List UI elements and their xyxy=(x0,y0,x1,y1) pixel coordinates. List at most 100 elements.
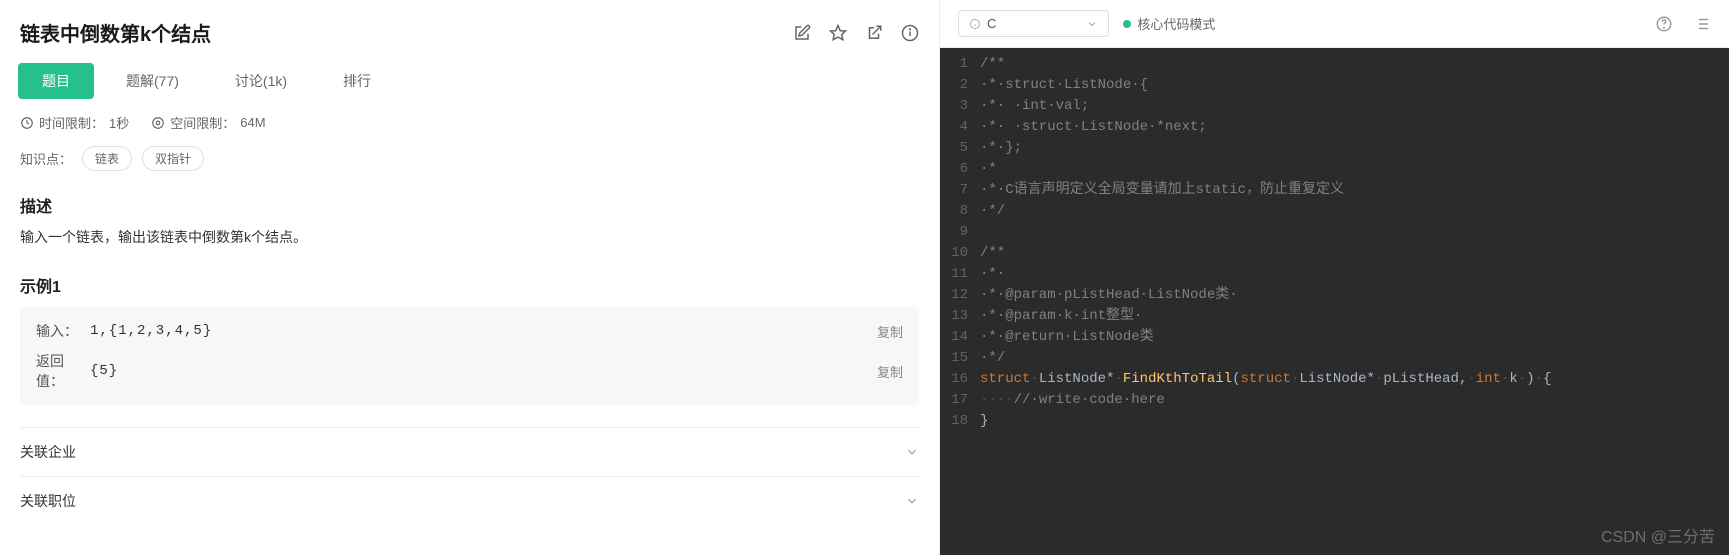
problem-panel: 链表中倒数第k个结点 题目 题解(77) 讨论(1k) 排行 时间限制： 1秒 xyxy=(0,0,940,555)
help-icon[interactable] xyxy=(1655,15,1673,33)
tab-discuss[interactable]: 讨论(1k) xyxy=(211,63,311,99)
tag-linked-list[interactable]: 链表 xyxy=(82,146,132,171)
line-content: ·*· ·int·val; xyxy=(980,96,1729,117)
code-line[interactable]: 12·*·@param·pListHead·ListNode类· xyxy=(940,285,1729,306)
edit-icon[interactable] xyxy=(793,24,811,42)
line-number: 14 xyxy=(940,327,980,348)
example-input-label: 输入： xyxy=(36,321,90,341)
line-content: ·*·}; xyxy=(980,138,1729,159)
code-line[interactable]: 4·*· ·struct·ListNode·*next; xyxy=(940,117,1729,138)
line-number: 3 xyxy=(940,96,980,117)
space-limit-value: 64M xyxy=(240,115,265,130)
copy-input-button[interactable]: 复制 xyxy=(877,322,903,341)
example-input-value: 1,{1,2,3,4,5} xyxy=(90,323,877,339)
code-editor[interactable]: 1/**2·*·struct·ListNode·{3·*· ·int·val;4… xyxy=(940,48,1729,555)
list-icon[interactable] xyxy=(1693,15,1711,33)
description-text: 输入一个链表，输出该链表中倒数第k个结点。 xyxy=(20,227,919,247)
code-line[interactable]: 10/** xyxy=(940,243,1729,264)
editor-toolbar: C 核心代码模式 xyxy=(940,0,1729,48)
language-select[interactable]: C xyxy=(958,10,1109,37)
problem-tabs: 题目 题解(77) 讨论(1k) 排行 xyxy=(0,53,939,99)
info-circle-icon xyxy=(969,18,981,30)
chevron-down-icon xyxy=(905,494,919,508)
line-content: ·*· ·struct·ListNode·*next; xyxy=(980,117,1729,138)
line-number: 4 xyxy=(940,117,980,138)
line-content: ·* xyxy=(980,159,1729,180)
line-number: 18 xyxy=(940,411,980,432)
time-limit-value: 1秒 xyxy=(109,113,129,132)
line-number: 6 xyxy=(940,159,980,180)
problem-title: 链表中倒数第k个结点 xyxy=(20,18,211,47)
code-line[interactable]: 14·*·@return·ListNode类 xyxy=(940,327,1729,348)
header-actions xyxy=(793,24,919,42)
example-block: 输入： 1,{1,2,3,4,5} 复制 返回值： {5} 复制 xyxy=(20,307,919,405)
line-content: ·*·C语言声明定义全局变量请加上static，防止重复定义 xyxy=(980,180,1729,201)
toolbar-right xyxy=(1655,15,1711,33)
code-line[interactable]: 5·*·}; xyxy=(940,138,1729,159)
watermark: CSDN @三分苦 xyxy=(1601,523,1715,547)
time-limit-label: 时间限制： xyxy=(39,113,104,132)
code-panel: C 核心代码模式 1/**2·*·struct·ListNode·{3·*· ·… xyxy=(940,0,1729,555)
line-content: ·*·@param·pListHead·ListNode类· xyxy=(980,285,1729,306)
star-icon[interactable] xyxy=(829,24,847,42)
code-line[interactable]: 16struct·ListNode*·FindKthToTail(struct·… xyxy=(940,369,1729,390)
line-content: ·*·struct·ListNode·{ xyxy=(980,75,1729,96)
line-content: /** xyxy=(980,243,1729,264)
line-content: ····//·write·code·here xyxy=(980,390,1729,411)
info-icon[interactable] xyxy=(901,24,919,42)
line-number: 15 xyxy=(940,348,980,369)
line-number: 1 xyxy=(940,54,980,75)
accordion-positions-label: 关联职位 xyxy=(20,491,76,511)
space-limit-label: 空间限制： xyxy=(170,113,235,132)
code-line[interactable]: 15·*/ xyxy=(940,348,1729,369)
code-line[interactable]: 9 xyxy=(940,222,1729,243)
share-icon[interactable] xyxy=(865,24,883,42)
code-line[interactable]: 2·*·struct·ListNode·{ xyxy=(940,75,1729,96)
knowledge-row: 知识点： 链表 双指针 xyxy=(20,146,919,171)
line-number: 8 xyxy=(940,201,980,222)
limits-row: 时间限制： 1秒 空间限制： 64M xyxy=(20,113,919,132)
problem-content: 时间限制： 1秒 空间限制： 64M 知识点： 链表 双指针 描述 输入一个链表… xyxy=(0,99,939,555)
code-line[interactable]: 13·*·@param·k·int整型· xyxy=(940,306,1729,327)
line-content: ·*/ xyxy=(980,201,1729,222)
line-number: 13 xyxy=(940,306,980,327)
code-line[interactable]: 17····//·write·code·here xyxy=(940,390,1729,411)
chevron-down-icon xyxy=(1086,18,1098,30)
language-label: C xyxy=(987,16,996,31)
tab-ranking[interactable]: 排行 xyxy=(319,63,395,99)
line-content: ·*·@param·k·int整型· xyxy=(980,306,1729,327)
code-line[interactable]: 8·*/ xyxy=(940,201,1729,222)
example-return-label: 返回值： xyxy=(36,351,90,391)
code-line[interactable]: 11·*· xyxy=(940,264,1729,285)
line-number: 17 xyxy=(940,390,980,411)
accordion-companies[interactable]: 关联企业 xyxy=(20,427,919,476)
line-content xyxy=(980,222,1729,243)
problem-header: 链表中倒数第k个结点 xyxy=(0,0,939,53)
line-number: 9 xyxy=(940,222,980,243)
copy-return-button[interactable]: 复制 xyxy=(877,362,903,381)
mode-dot-icon xyxy=(1123,20,1131,28)
line-content: ·*· xyxy=(980,264,1729,285)
mode-label: 核心代码模式 xyxy=(1137,14,1215,33)
code-line[interactable]: 3·*· ·int·val; xyxy=(940,96,1729,117)
line-number: 10 xyxy=(940,243,980,264)
description-heading: 描述 xyxy=(20,193,919,217)
example-input-row: 输入： 1,{1,2,3,4,5} 复制 xyxy=(36,321,903,341)
line-number: 5 xyxy=(940,138,980,159)
tag-two-pointer[interactable]: 双指针 xyxy=(142,146,204,171)
line-content: struct·ListNode*·FindKthToTail(struct·Li… xyxy=(980,369,1729,390)
example-return-value: {5} xyxy=(90,363,877,379)
tab-solutions[interactable]: 题解(77) xyxy=(102,63,203,99)
tab-problem[interactable]: 题目 xyxy=(18,63,94,99)
code-line[interactable]: 18} xyxy=(940,411,1729,432)
space-limit: 空间限制： 64M xyxy=(151,113,265,132)
line-number: 2 xyxy=(940,75,980,96)
code-mode[interactable]: 核心代码模式 xyxy=(1123,14,1215,33)
line-content: /** xyxy=(980,54,1729,75)
knowledge-label: 知识点： xyxy=(20,149,72,168)
accordion-positions[interactable]: 关联职位 xyxy=(20,476,919,525)
toolbar-left: C 核心代码模式 xyxy=(958,10,1215,37)
code-line[interactable]: 6·* xyxy=(940,159,1729,180)
code-line[interactable]: 7·*·C语言声明定义全局变量请加上static，防止重复定义 xyxy=(940,180,1729,201)
code-line[interactable]: 1/** xyxy=(940,54,1729,75)
